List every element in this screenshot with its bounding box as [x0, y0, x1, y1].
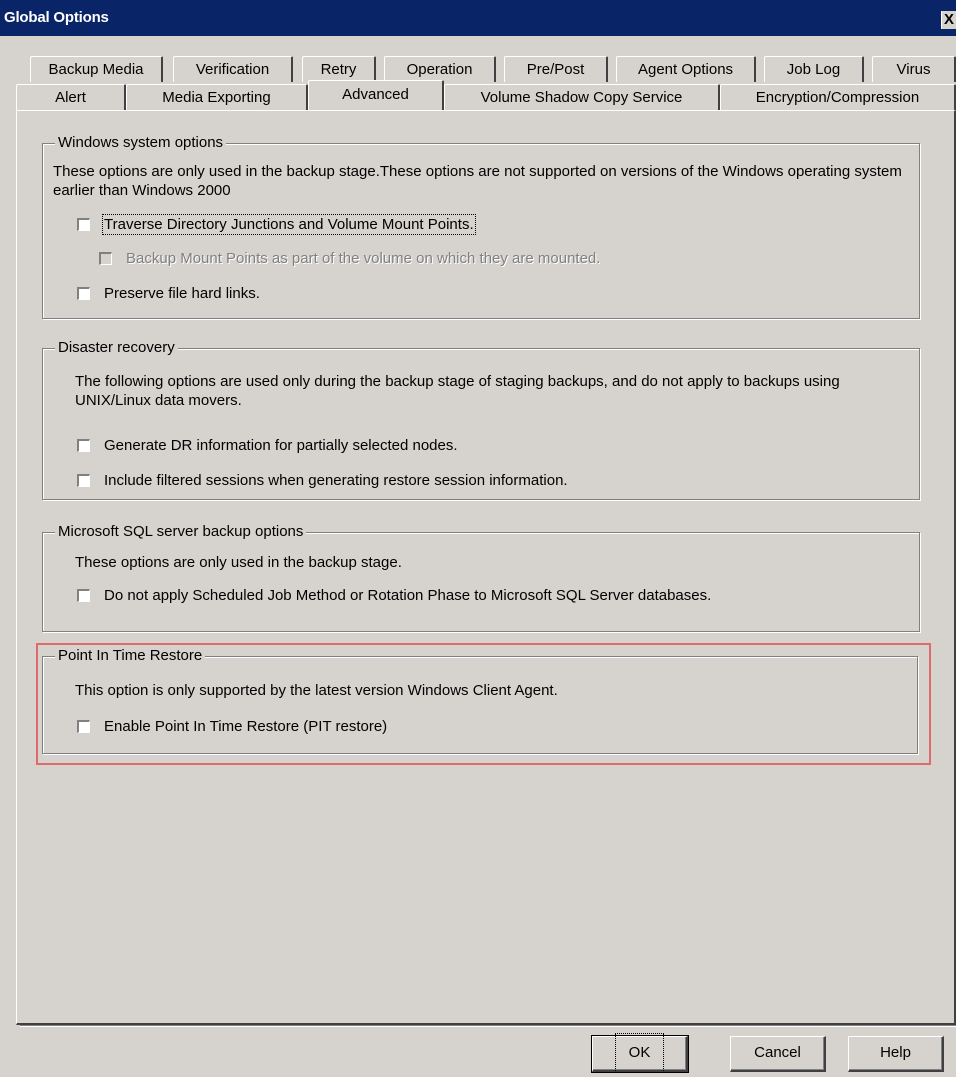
tab-alert[interactable]: Alert	[16, 84, 126, 110]
checkbox-label: Enable Point In Time Restore (PIT restor…	[104, 717, 388, 735]
include-filtered-sessions-option[interactable]: Include filtered sessions when generatin…	[77, 470, 568, 490]
group-description: This option is only supported by the lat…	[75, 682, 558, 699]
help-button[interactable]: Help	[848, 1036, 944, 1072]
checkbox-label: Preserve file hard links.	[104, 284, 260, 302]
tab-volume-shadow-copy[interactable]: Volume Shadow Copy Service	[444, 84, 720, 110]
tab-encryption-compression[interactable]: Encryption/Compression	[720, 84, 956, 110]
windows-system-options-group: Windows system options These options are…	[42, 134, 920, 319]
tab-job-log[interactable]: Job Log	[764, 56, 864, 82]
group-legend: Disaster recovery	[55, 339, 178, 356]
group-description: The following options are used only duri…	[75, 373, 840, 409]
sql-backup-options-group: Microsoft SQL server backup options Thes…	[42, 523, 920, 632]
preserve-hard-links-option[interactable]: Preserve file hard links.	[77, 283, 260, 303]
checkbox[interactable]	[77, 286, 90, 300]
generate-dr-info-option[interactable]: Generate DR information for partially se…	[77, 435, 458, 455]
group-description: These options are only used in the backu…	[75, 554, 402, 571]
ok-button[interactable]: OK	[591, 1033, 689, 1073]
checkbox[interactable]	[77, 473, 90, 487]
traverse-junctions-option[interactable]: Traverse Directory Junctions and Volume …	[77, 213, 476, 235]
window-title: Global Options	[4, 9, 109, 26]
tab-agent-options[interactable]: Agent Options	[616, 56, 756, 82]
disaster-recovery-group: Disaster recovery The following options …	[42, 339, 920, 500]
group-legend: Microsoft SQL server backup options	[55, 523, 307, 540]
tab-advanced[interactable]: Advanced	[308, 80, 444, 110]
checkbox	[99, 251, 112, 265]
ok-button-label: OK	[614, 1033, 665, 1073]
checkbox[interactable]	[77, 438, 90, 452]
cancel-button-label: Cancel	[754, 1044, 801, 1061]
tab-virus[interactable]: Virus	[872, 56, 956, 82]
checkbox[interactable]	[77, 217, 90, 231]
cancel-button[interactable]: Cancel	[730, 1036, 826, 1072]
group-legend: Windows system options	[55, 134, 227, 151]
point-in-time-restore-group: Point In Time Restore This option is onl…	[42, 647, 918, 754]
backup-mount-points-option: Backup Mount Points as part of the volum…	[99, 248, 600, 268]
checkbox-label: Do not apply Scheduled Job Method or Rot…	[104, 586, 712, 604]
checkbox[interactable]	[77, 719, 90, 733]
checkbox-label: Backup Mount Points as part of the volum…	[126, 249, 601, 267]
group-legend: Point In Time Restore	[55, 647, 206, 664]
help-button-label: Help	[880, 1044, 911, 1061]
title-bar: Global Options X	[0, 0, 956, 36]
close-icon[interactable]: X	[941, 11, 956, 29]
tab-verification[interactable]: Verification	[173, 56, 293, 82]
sql-scheduled-job-option[interactable]: Do not apply Scheduled Job Method or Rot…	[77, 585, 711, 605]
checkbox-label: Generate DR information for partially se…	[104, 436, 458, 454]
tab-media-exporting[interactable]: Media Exporting	[126, 84, 308, 110]
tab-operation[interactable]: Operation	[384, 56, 496, 82]
enable-pit-restore-option[interactable]: Enable Point In Time Restore (PIT restor…	[77, 716, 387, 736]
checkbox-label: Include filtered sessions when generatin…	[104, 471, 568, 489]
checkbox-label: Traverse Directory Junctions and Volume …	[102, 213, 476, 235]
group-description: These options are only used in the backu…	[53, 163, 902, 199]
tab-pre-post[interactable]: Pre/Post	[504, 56, 608, 82]
checkbox[interactable]	[77, 588, 90, 602]
tab-backup-media[interactable]: Backup Media	[30, 56, 163, 82]
tab-retry[interactable]: Retry	[302, 56, 376, 82]
